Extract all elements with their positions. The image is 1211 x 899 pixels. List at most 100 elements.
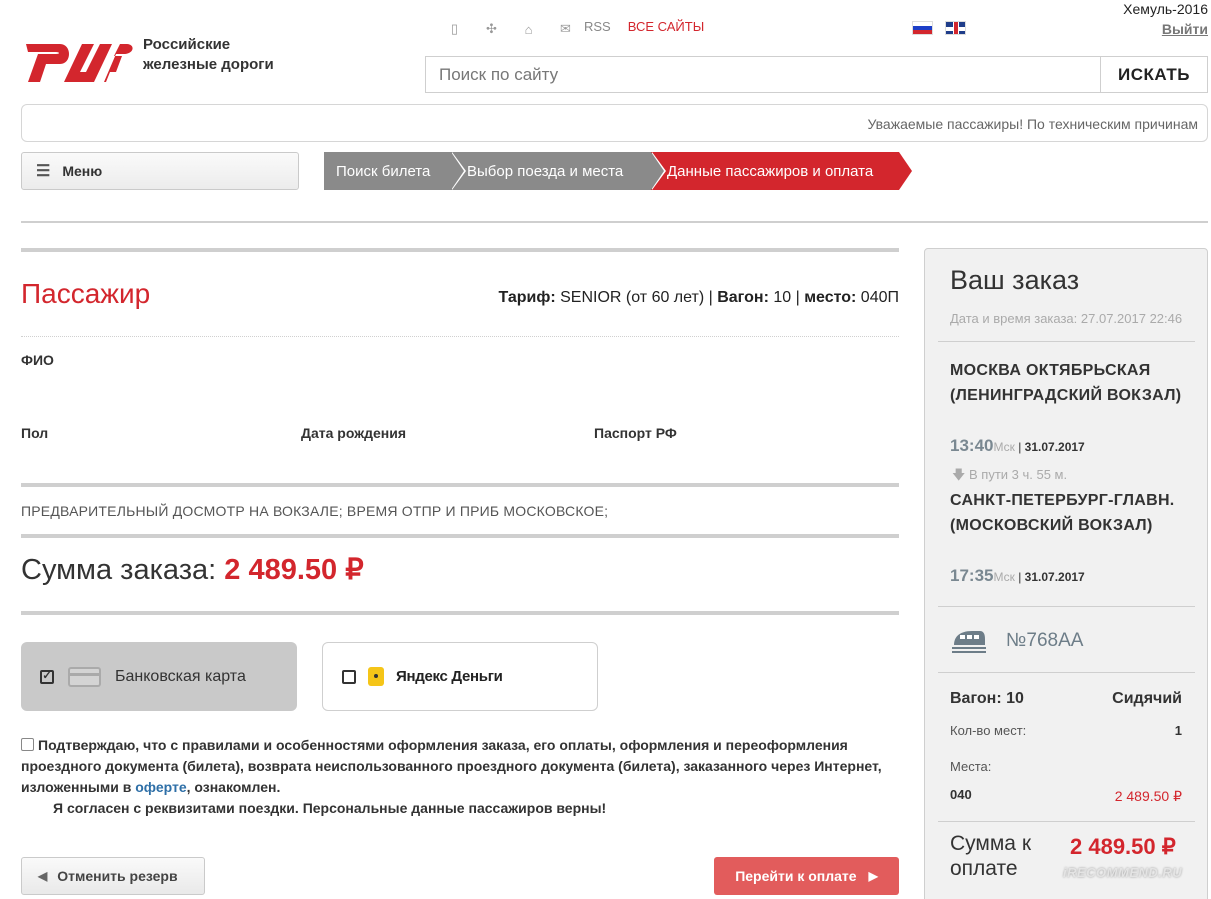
wagon-type: Сидячий [1112, 690, 1182, 707]
step-choose-train[interactable]: Выбор поезда и места [451, 152, 666, 190]
home-icon[interactable]: ⌂ [510, 22, 547, 37]
seat-price: 2 489.50 ₽ [1114, 788, 1182, 804]
arrow-left-icon: ◀ [38, 869, 48, 883]
menu-button[interactable]: ☰ Меню [21, 152, 299, 190]
section-divider [21, 248, 899, 252]
mobile-icon[interactable]: ▯ [436, 21, 473, 37]
panel-divider [938, 821, 1195, 822]
bank-card-label: Банковская карта [115, 667, 246, 685]
user-name: Хемуль-2016 [1123, 1, 1208, 17]
arrow-down-icon: 🡇 [952, 467, 966, 482]
tariff-info: Тариф: SENIOR (от 60 лет) | Вагон: 10 | … [498, 289, 899, 306]
panel-divider [938, 672, 1195, 673]
header-divider [21, 221, 1208, 223]
search-bar: ИСКАТЬ [425, 56, 1208, 93]
wagon-value: 10 [773, 289, 792, 306]
logo-line2: железные дороги [143, 56, 274, 73]
all-sites-link[interactable]: ВСЕ САЙТЫ [628, 19, 704, 34]
departure-date: 31.07.2017 [1024, 440, 1085, 454]
booking-steps: Поиск билета Выбор поезда и места Данные… [324, 152, 912, 190]
arrival-station: САНКТ-ПЕТЕРБУРГ-ГЛАВН. (МОСКОВСКИЙ ВОКЗА… [950, 492, 1175, 534]
passport-label: Паспорт РФ [594, 425, 677, 441]
checked-checkbox-icon: ✓ [40, 669, 54, 684]
pay-sum-label: Сумма к оплате [950, 832, 1032, 880]
departure-time: 13:40Мск | 31.07.2017 [950, 436, 1085, 455]
tariff-label: Тариф: [498, 289, 556, 306]
travel-duration: 🡇 В пути 3 ч. 55 м. [952, 466, 1067, 488]
section-divider [21, 611, 899, 615]
order-date: Дата и время заказа: 27.07.2017 22:46 [950, 311, 1183, 326]
english-flag-icon[interactable] [945, 21, 966, 35]
order-sum: Сумма заказа: 2 489.50 ₽ [21, 552, 364, 587]
dotted-divider [21, 336, 899, 337]
fio-label: ФИО [21, 352, 54, 368]
mail-icon[interactable]: ✉ [547, 21, 584, 37]
section-divider [21, 534, 899, 538]
train-icon [952, 631, 986, 653]
cancel-reservation-button[interactable]: ◀ Отменить резерв [21, 857, 205, 895]
order-sum-label: Сумма заказа: [21, 554, 217, 586]
order-sum-value: 2 489.50 ₽ [224, 554, 364, 586]
cancel-label: Отменить резерв [57, 868, 178, 884]
offer-link[interactable]: оферте [135, 779, 186, 795]
terms-text-2: , ознакомлен. [186, 779, 281, 795]
menu-label: Меню [62, 163, 103, 179]
payment-bank-card[interactable]: ✓ Банковская карта [21, 642, 297, 711]
watermark: iRECOMMEND.RU [1063, 865, 1183, 880]
wagon-label: Вагон: [717, 289, 769, 306]
search-input[interactable] [426, 57, 1100, 92]
pre-inspection-note: ПРЕДВАРИТЕЛЬНЫЙ ДОСМОТР НА ВОКЗАЛЕ; ВРЕМ… [21, 503, 609, 519]
section-divider [21, 483, 899, 487]
departure-station: МОСКВА ОКТЯБРЬСКАЯ (ЛЕНИНГРАДСКИЙ ВОКЗАЛ… [950, 362, 1182, 404]
yandex-money-label: Яндекс Деньги [396, 668, 503, 685]
russian-flag-icon[interactable] [912, 21, 933, 35]
panel-divider [938, 341, 1195, 342]
sex-label: Пол [21, 425, 49, 441]
tariff-value: SENIOR (от 60 лет) [560, 289, 705, 306]
order-title: Ваш заказ [950, 265, 1080, 295]
travel-duration-text: В пути 3 ч. 55 м. [969, 467, 1068, 482]
seat-label: место: [804, 289, 857, 306]
notice-ticker: Уважаемые пассажиры! По техническим прич… [21, 104, 1208, 142]
credit-card-icon [68, 666, 101, 687]
top-icon-bar: ▯ ✣ ⌂ ✉ [436, 18, 584, 40]
arrival-time-value: 17:35 [950, 566, 994, 585]
birth-date-label: Дата рождения [301, 425, 407, 441]
seat-number: 040 [950, 787, 972, 802]
checkbox-icon [342, 669, 356, 684]
pay-label: Перейти к оплате [735, 868, 857, 884]
payment-yandex-money[interactable]: Яндекс Деньги [322, 642, 598, 711]
rzd-logo[interactable] [22, 34, 136, 86]
seats-label: Места: [950, 759, 992, 774]
arrival-date: 31.07.2017 [1024, 570, 1085, 584]
pay-sum-value: 2 489.50 ₽ [1070, 834, 1176, 859]
logo-line1: Российские [143, 36, 231, 53]
arrow-right-icon: ▶ [868, 869, 878, 883]
timezone-label: Мск [993, 570, 1015, 584]
train-number: №768АА [1006, 630, 1084, 651]
menu-icon: ☰ [36, 163, 51, 180]
timezone-label: Мск [993, 440, 1015, 454]
seats-count-label: Кол-во мест: [950, 723, 1027, 738]
step-passenger-data: Данные пассажиров и оплата [651, 152, 912, 190]
terms-checkbox[interactable] [21, 738, 34, 751]
seats-count: 1 [1174, 723, 1182, 738]
language-switch [912, 21, 966, 35]
panel-divider [938, 606, 1195, 607]
proceed-to-payment-button[interactable]: Перейти к оплате ▶ [714, 857, 899, 895]
search-button[interactable]: ИСКАТЬ [1100, 57, 1207, 92]
step-search-ticket[interactable]: Поиск билета [324, 152, 466, 190]
seat-value: 040П [860, 289, 899, 306]
logo-text: Российские железные дороги [143, 35, 313, 75]
top-links: RSS ВСЕ САЙТЫ [584, 19, 704, 34]
agreement-text: Я согласен с реквизитами поездки. Персон… [53, 800, 607, 816]
logout-link[interactable]: Выйти [1162, 21, 1208, 37]
departure-time-value: 13:40 [950, 436, 994, 455]
rss-link[interactable]: RSS [584, 19, 611, 34]
wagon-number: Вагон: 10 [950, 690, 1024, 707]
arrival-time: 17:35Мск | 31.07.2017 [950, 566, 1085, 585]
sitemap-icon[interactable]: ✣ [473, 21, 510, 37]
passenger-title: Пассажир [21, 278, 151, 309]
confirm-terms: Подтверждаю, что с правилами и особеннос… [21, 735, 901, 819]
yandex-wallet-icon [368, 667, 384, 686]
